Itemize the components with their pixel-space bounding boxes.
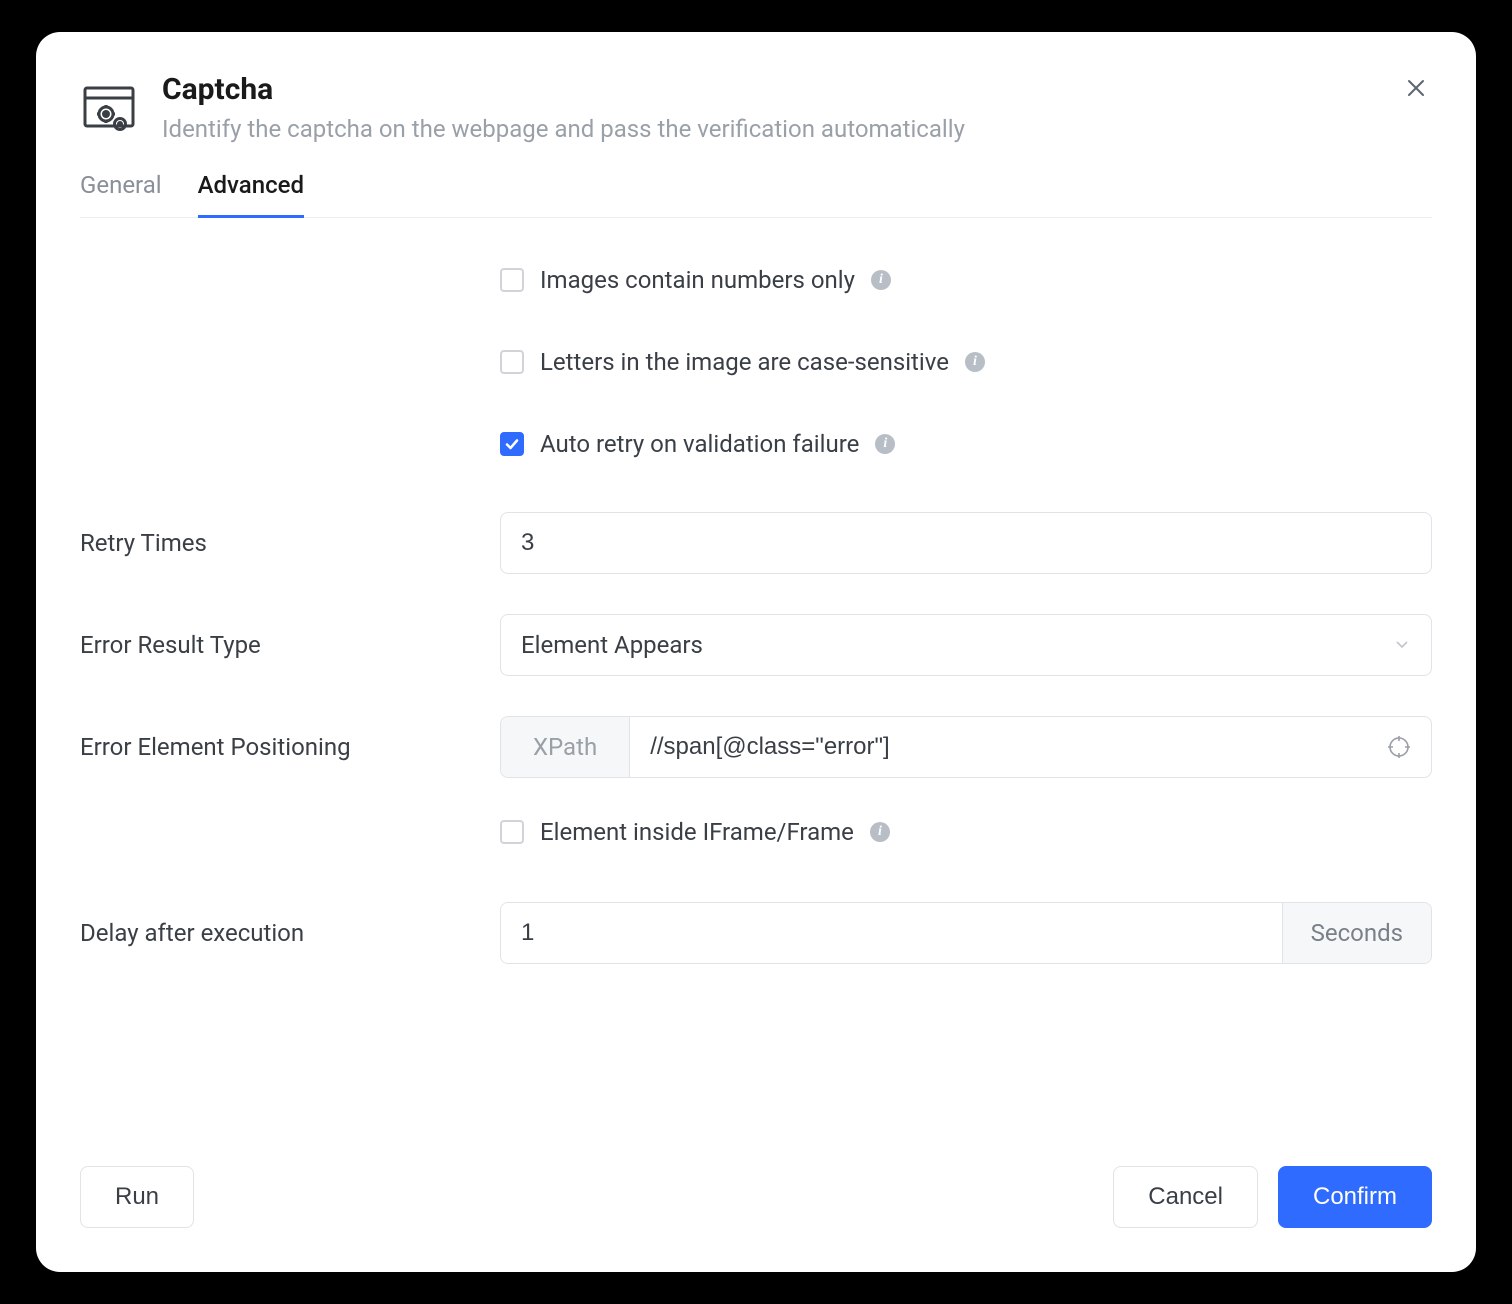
error-result-type-label: Error Result Type [80, 631, 500, 659]
retry-times-label: Retry Times [80, 529, 500, 557]
delay-label: Delay after execution [80, 919, 500, 947]
auto-retry-label: Auto retry on validation failure [540, 430, 859, 458]
iframe-label: Element inside IFrame/Frame [540, 818, 854, 846]
info-icon[interactable]: i [875, 434, 895, 454]
tab-general[interactable]: General [80, 171, 162, 218]
captcha-settings-dialog: Captcha Identify the captcha on the webp… [36, 32, 1476, 1272]
auto-retry-checkbox[interactable] [500, 432, 524, 456]
info-icon[interactable]: i [965, 352, 985, 372]
error-result-type-select[interactable]: Element Appears [500, 614, 1432, 676]
confirm-button[interactable]: Confirm [1278, 1166, 1432, 1228]
target-icon [1387, 735, 1411, 759]
dialog-header: Captcha Identify the captcha on the webp… [80, 72, 1432, 143]
tabs: General Advanced [80, 171, 1432, 218]
delay-unit: Seconds [1282, 903, 1431, 963]
check-icon [504, 436, 520, 452]
cancel-button[interactable]: Cancel [1113, 1166, 1258, 1228]
error-result-type-value: Element Appears [521, 631, 703, 659]
captcha-icon [80, 78, 138, 140]
case-sensitive-label: Letters in the image are case-sensitive [540, 348, 949, 376]
delay-input[interactable] [501, 903, 1282, 963]
chevron-down-icon [1393, 631, 1411, 659]
xpath-input[interactable] [630, 717, 1367, 777]
info-icon[interactable]: i [870, 822, 890, 842]
numbers-only-checkbox[interactable] [500, 268, 524, 292]
iframe-checkbox[interactable] [500, 820, 524, 844]
xpath-input-group: XPath [500, 716, 1432, 778]
dialog-footer: Run Cancel Confirm [80, 1166, 1432, 1228]
retry-times-input[interactable] [500, 512, 1432, 574]
numbers-only-label: Images contain numbers only [540, 266, 855, 294]
error-element-positioning-label: Error Element Positioning [80, 733, 500, 761]
tab-advanced[interactable]: Advanced [198, 171, 304, 218]
case-sensitive-checkbox[interactable] [500, 350, 524, 374]
xpath-prefix[interactable]: XPath [501, 717, 630, 777]
dialog-title: Captcha [162, 72, 1432, 107]
dialog-subtitle: Identify the captcha on the webpage and … [162, 115, 1432, 143]
close-icon [1404, 76, 1428, 100]
target-picker-button[interactable] [1367, 717, 1431, 777]
delay-input-group: Seconds [500, 902, 1432, 964]
close-button[interactable] [1400, 72, 1432, 107]
run-button[interactable]: Run [80, 1166, 194, 1228]
info-icon[interactable]: i [871, 270, 891, 290]
form-body: Images contain numbers only i Letters in… [80, 266, 1432, 1166]
